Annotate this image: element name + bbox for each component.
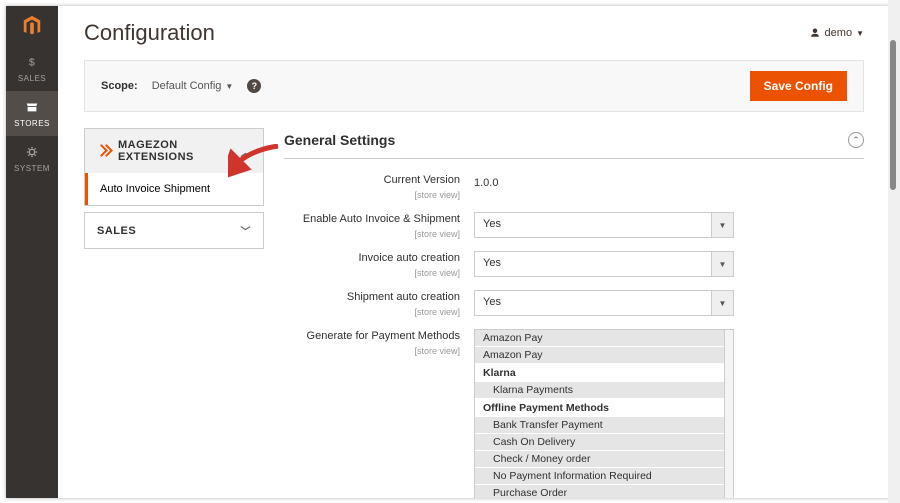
- stores-icon: [23, 98, 41, 116]
- svg-text:$: $: [29, 57, 35, 69]
- tab-magezon-extensions[interactable]: MAGEZON EXTENSIONS ︿: [85, 129, 263, 173]
- scope-value: Default Config: [152, 80, 222, 92]
- main-content: Configuration demo ▼ Scope: Default Conf…: [58, 6, 890, 498]
- section-title: General Settings: [284, 132, 395, 148]
- shipment-auto-select[interactable]: Yes ▼: [474, 290, 734, 316]
- field-label: Current Version: [384, 174, 460, 186]
- multiselect-option[interactable]: Check / Money order: [475, 451, 724, 468]
- scope-hint: [store view]: [284, 227, 460, 241]
- sidebar-item-stores[interactable]: STORES: [6, 91, 58, 136]
- tab-label: SALES: [97, 225, 136, 237]
- magento-logo[interactable]: [6, 6, 58, 46]
- scrollbar-thumb[interactable]: [890, 40, 896, 190]
- config-tabs: MAGEZON EXTENSIONS ︿ Auto Invoice Shipme…: [84, 128, 264, 255]
- page-title: Configuration: [84, 20, 215, 46]
- magento-logo-icon: [21, 15, 43, 37]
- dollar-icon: $: [23, 53, 41, 71]
- save-config-button[interactable]: Save Config: [750, 71, 847, 101]
- tab-sales[interactable]: SALES ﹀: [85, 213, 263, 248]
- multiselect-option[interactable]: Bank Transfer Payment: [475, 417, 724, 434]
- multiselect-option[interactable]: Amazon Pay: [475, 347, 724, 364]
- chevron-up-icon: ⌃: [852, 135, 860, 146]
- select-value: Yes: [475, 252, 711, 276]
- multiselect-group: Offline Payment Methods: [475, 399, 724, 417]
- scope-help-icon[interactable]: ?: [247, 79, 261, 93]
- current-version-value: 1.0.0: [474, 173, 498, 189]
- multiselect-option[interactable]: Purchase Order: [475, 485, 724, 498]
- caret-down-icon: ▼: [711, 291, 733, 315]
- multiselect-option[interactable]: No Payment Information Required: [475, 468, 724, 485]
- chevron-up-icon: ︿: [241, 144, 252, 159]
- scope-hint: [store view]: [284, 305, 460, 319]
- multiselect-option[interactable]: Cash On Delivery: [475, 434, 724, 451]
- user-icon: [809, 27, 821, 39]
- gear-icon: [23, 143, 41, 161]
- field-label: Invoice auto creation: [358, 252, 460, 264]
- caret-down-icon: ▼: [856, 29, 864, 38]
- caret-down-icon: ▼: [711, 213, 733, 237]
- field-label: Generate for Payment Methods: [307, 330, 460, 342]
- select-value: Yes: [475, 213, 711, 237]
- field-label: Enable Auto Invoice & Shipment: [303, 213, 460, 225]
- multiselect-group: Klarna: [475, 364, 724, 382]
- scope-hint: [store view]: [284, 344, 460, 358]
- sidebar-item-sales[interactable]: $ SALES: [6, 46, 58, 91]
- payment-methods-multiselect[interactable]: Amazon Pay Amazon Pay Klarna Klarna Paym…: [474, 329, 725, 498]
- scrollbar[interactable]: [725, 329, 734, 498]
- tab-item-auto-invoice-shipment[interactable]: Auto Invoice Shipment: [85, 173, 263, 205]
- invoice-auto-select[interactable]: Yes ▼: [474, 251, 734, 277]
- magezon-logo-icon: [97, 143, 112, 159]
- scope-hint: [store view]: [284, 188, 460, 202]
- scope-hint: [store view]: [284, 266, 460, 280]
- section-collapse-toggle[interactable]: ⌃: [848, 132, 864, 148]
- tab-label: MAGEZON EXTENSIONS: [118, 139, 241, 163]
- sidebar-item-label: SALES: [18, 74, 46, 83]
- sidebar-item-label: STORES: [14, 119, 50, 128]
- enable-select[interactable]: Yes ▼: [474, 212, 734, 238]
- scope-label: Scope:: [101, 80, 138, 92]
- caret-down-icon: ▼: [225, 82, 233, 91]
- scope-switcher[interactable]: Default Config ▼: [146, 77, 240, 95]
- account-menu[interactable]: demo ▼: [809, 27, 864, 39]
- user-name: demo: [825, 27, 853, 39]
- select-value: Yes: [475, 291, 711, 315]
- multiselect-option[interactable]: Klarna Payments: [475, 382, 724, 399]
- config-toolbar: Scope: Default Config ▼ ? Save Config: [84, 60, 864, 112]
- browser-scrollbar[interactable]: [888, 0, 900, 503]
- chevron-down-icon: ﹀: [241, 223, 252, 238]
- sidebar-item-label: SYSTEM: [14, 164, 50, 173]
- caret-down-icon: ▼: [711, 252, 733, 276]
- field-label: Shipment auto creation: [347, 291, 460, 303]
- sidebar-item-system[interactable]: SYSTEM: [6, 136, 58, 181]
- multiselect-option[interactable]: Amazon Pay: [475, 330, 724, 347]
